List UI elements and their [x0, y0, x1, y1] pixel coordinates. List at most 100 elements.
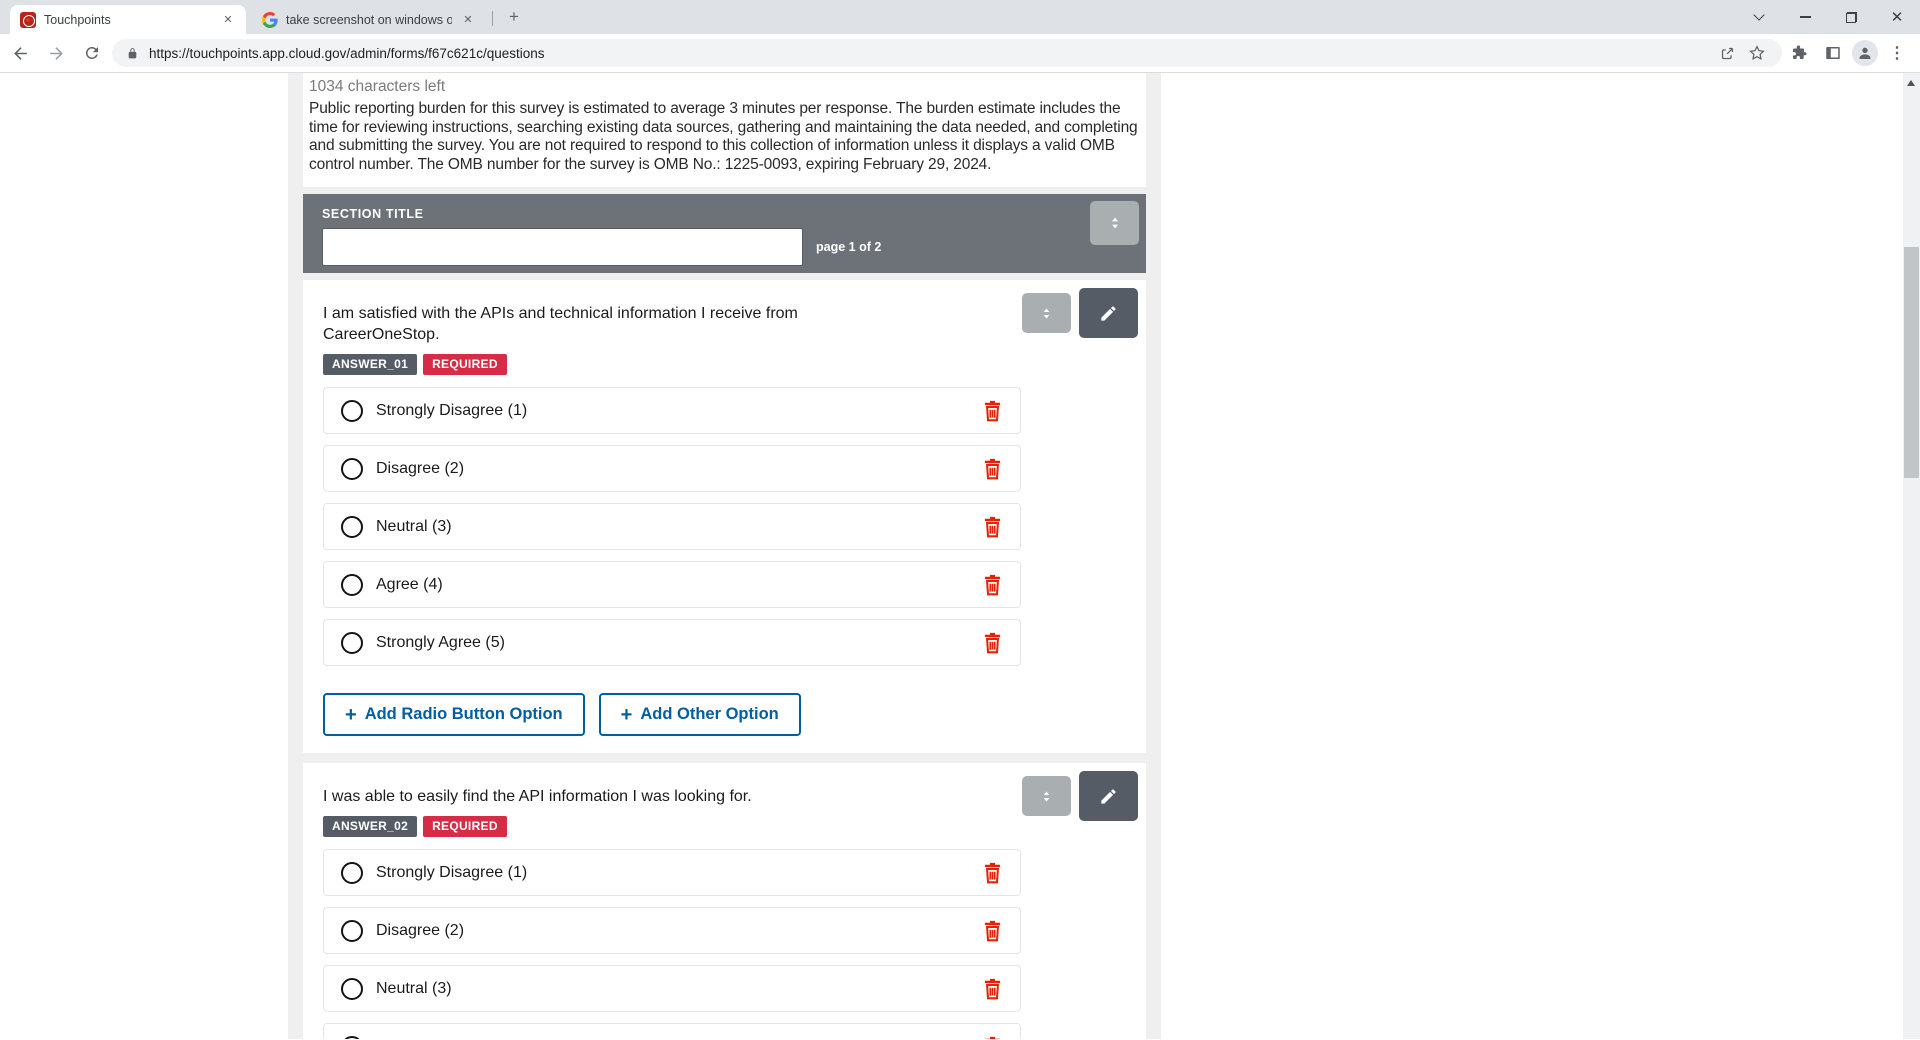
option-row: Strongly Disagree (1) [323, 387, 1021, 434]
option-row: Agree (4) [323, 561, 1021, 608]
chevron-down-icon [1753, 9, 1765, 21]
trash-icon [984, 516, 1001, 537]
lock-icon [128, 47, 137, 58]
page-scrollbar[interactable] [1903, 73, 1920, 1039]
option-row: Agree (4) [323, 1023, 1021, 1039]
trash-icon [984, 1036, 1001, 1039]
delete-option-button[interactable] [982, 458, 1003, 480]
share-button[interactable] [1712, 39, 1742, 67]
option-row: Strongly Disagree (1) [323, 849, 1021, 896]
tab-close-icon[interactable]: ✕ [460, 12, 476, 28]
option-label: Neutral (3) [376, 517, 452, 535]
required-badge: REQUIRED [423, 816, 507, 837]
character-counter: 1034 characters left [309, 78, 446, 95]
extensions-button[interactable] [1784, 37, 1814, 69]
person-icon [1859, 47, 1871, 59]
tab-divider [492, 11, 493, 26]
radio-button-icon[interactable] [341, 1035, 363, 1039]
radio-button-icon[interactable] [341, 977, 363, 1000]
reload-icon [85, 46, 98, 59]
kebab-menu-icon: ⋮ [1889, 45, 1905, 62]
radio-button-icon[interactable] [341, 573, 363, 596]
delete-option-button[interactable] [982, 574, 1003, 596]
restore-icon [1845, 11, 1857, 23]
address-bar[interactable]: https://touchpoints.app.cloud.gov/admin/… [112, 39, 1782, 67]
trash-icon [984, 920, 1001, 941]
trash-icon [984, 862, 1001, 883]
add-other-option-button[interactable]: + Add Other Option [598, 693, 801, 736]
question-text: I am satisfied with the APIs and technic… [323, 305, 798, 343]
option-label: Disagree (2) [376, 921, 465, 939]
question-card-2: I was able to easily find the API inform… [303, 763, 1146, 1039]
scrollbar-up-arrow-icon[interactable] [1907, 80, 1915, 86]
page-indicator: page 1 of 2 [816, 240, 882, 254]
form-editor-column: 1034 characters left Public reporting bu… [288, 73, 1161, 1039]
delete-option-button[interactable] [982, 978, 1003, 1000]
delete-option-button[interactable] [982, 1036, 1003, 1039]
option-label: Strongly Agree (5) [376, 633, 505, 651]
option-label: Strongly Disagree (1) [376, 401, 528, 419]
options-list: Strongly Disagree (1) Disagree (2) Neutr… [323, 387, 1126, 666]
side-panel-button[interactable] [1818, 37, 1848, 69]
burden-statement-text: Public reporting burden for this survey … [309, 100, 1138, 173]
edit-question-button[interactable] [1079, 288, 1138, 338]
restore-button[interactable] [1828, 0, 1874, 34]
puzzle-icon [1793, 45, 1807, 59]
radio-button-icon[interactable] [341, 861, 363, 884]
delete-option-button[interactable] [982, 516, 1003, 538]
browser-menu-button[interactable]: ⋮ [1882, 37, 1912, 69]
option-label: Agree (4) [376, 1038, 443, 1040]
forward-arrow-icon [49, 46, 63, 60]
tab-title: take screenshot on windows on c [286, 12, 452, 27]
move-question-button[interactable] [1022, 776, 1071, 816]
radio-button-icon[interactable] [341, 457, 363, 480]
tab-close-icon[interactable]: ✕ [220, 12, 236, 28]
touchpoints-favicon-icon [20, 11, 36, 28]
forward-button[interactable] [40, 37, 72, 69]
tab-search-button[interactable] [1736, 0, 1782, 34]
add-other-option-label: Add Other Option [640, 705, 779, 723]
profile-avatar[interactable] [1852, 40, 1878, 66]
delete-option-button[interactable] [982, 920, 1003, 942]
reload-button[interactable] [76, 37, 108, 69]
trash-icon [984, 978, 1001, 999]
option-label: Strongly Disagree (1) [376, 863, 528, 881]
option-row: Disagree (2) [323, 445, 1021, 492]
delete-option-button[interactable] [982, 632, 1003, 654]
options-list: Strongly Disagree (1) Disagree (2) Neutr… [323, 849, 1126, 1039]
radio-button-icon[interactable] [341, 399, 363, 422]
add-radio-option-label: Add Radio Button Option [364, 705, 563, 723]
delete-option-button[interactable] [982, 400, 1003, 422]
page-viewport: 1034 characters left Public reporting bu… [0, 73, 1920, 1039]
google-favicon-icon [262, 11, 278, 28]
radio-button-icon[interactable] [341, 919, 363, 942]
move-question-button[interactable] [1022, 293, 1071, 333]
move-section-button[interactable] [1090, 201, 1139, 245]
tab-take-screenshot[interactable]: take screenshot on windows on c ✕ [252, 5, 486, 34]
tab-touchpoints[interactable]: Touchpoints ✕ [10, 5, 246, 34]
url-text[interactable]: https://touchpoints.app.cloud.gov/admin/… [149, 46, 1712, 61]
option-label: Agree (4) [376, 575, 443, 593]
minimize-button[interactable] [1782, 0, 1828, 34]
share-icon [1721, 47, 1733, 59]
radio-button-icon[interactable] [341, 631, 363, 654]
add-radio-option-button[interactable]: + Add Radio Button Option [323, 693, 585, 736]
edit-question-button[interactable] [1079, 771, 1138, 821]
option-row: Neutral (3) [323, 965, 1021, 1012]
option-label: Disagree (2) [376, 459, 465, 477]
burden-statement-block: 1034 characters left Public reporting bu… [303, 73, 1146, 187]
option-row: Disagree (2) [323, 907, 1021, 954]
bookmark-button[interactable] [1742, 39, 1772, 67]
up-down-arrows-icon [1111, 217, 1118, 229]
section-title-input[interactable] [322, 228, 803, 266]
new-tab-button[interactable]: + [502, 6, 526, 30]
minimize-icon [1799, 16, 1811, 18]
close-window-button[interactable]: ✕ [1874, 0, 1920, 34]
scrollbar-thumb[interactable] [1904, 247, 1919, 478]
browser-tab-strip: Touchpoints ✕ take screenshot on windows… [0, 0, 1920, 34]
back-button[interactable] [4, 37, 36, 69]
radio-button-icon[interactable] [341, 515, 363, 538]
question-card-1: I am satisfied with the APIs and technic… [303, 280, 1146, 753]
star-icon [1749, 45, 1765, 60]
delete-option-button[interactable] [982, 862, 1003, 884]
